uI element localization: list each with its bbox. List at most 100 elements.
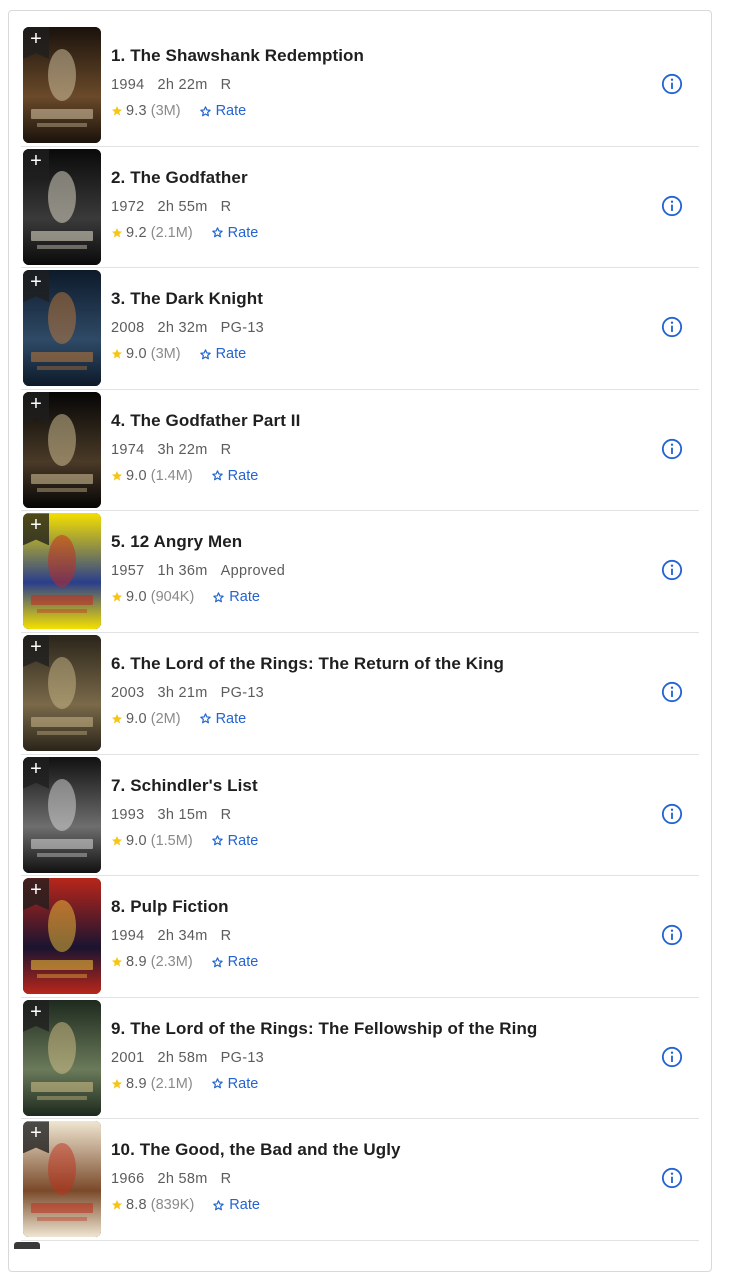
movie-poster[interactable]: + [23,27,101,143]
star-icon [112,835,122,846]
movie-runtime: 2h 58m [157,1049,208,1066]
rate-button[interactable]: Rate [199,103,246,119]
vote-count: (2.1M) [150,1075,193,1092]
star-icon [112,1200,122,1210]
movie-certificate: R [220,198,232,215]
movie-poster[interactable]: + [23,878,101,995]
movie-poster[interactable]: + [23,270,101,387]
star-outline-icon [213,1200,225,1211]
info-icon[interactable] [661,559,683,581]
star-icon [112,227,122,238]
list-item[interactable]: + 8. Pulp Fiction 1994 2h 34m R 8.9 (2.3M)… [21,876,699,998]
info-icon[interactable] [661,1167,683,1189]
movie-rating: 9.0 (1.5M) Rate [111,833,258,849]
info-icon[interactable] [661,438,683,460]
movie-rating: 8.9 (2.1M) Rate [111,1076,258,1092]
info-icon[interactable] [661,316,683,338]
vote-count: (2.1M) [150,224,193,241]
rate-button[interactable]: Rate [211,1075,259,1092]
rating-value: 8.9 [126,954,147,971]
movie-rating: 9.0 (904K) Rate [111,589,260,605]
info-icon[interactable] [661,73,683,95]
movie-title[interactable]: 8. Pulp Fiction [111,897,229,917]
movie-runtime: 2h 55m [157,198,208,215]
rate-button[interactable]: Rate [212,1197,260,1213]
movie-title[interactable]: 6. The Lord of the Rings: The Return of … [111,654,504,674]
rating-value: 9.2 [126,224,147,241]
rate-button[interactable]: Rate [211,832,259,849]
movie-title[interactable]: 9. The Lord of the Rings: The Fellowship… [111,1019,537,1039]
list-item[interactable]: + 1. The Shawshank Redemption 1994 2h 22m… [21,25,699,147]
movie-poster[interactable]: + [23,756,101,873]
movie-rating: 9.0 (2M) Rate [111,711,246,727]
movie-poster[interactable]: + [23,513,101,630]
movie-title[interactable]: 5. 12 Angry Men [111,532,242,552]
star-icon [112,1078,122,1089]
info-icon[interactable] [661,803,683,825]
rate-label: Rate [227,224,259,241]
info-icon[interactable] [661,1046,683,1068]
star-icon [112,106,122,116]
vote-count: (2M) [150,710,181,727]
movie-year: 1993 [111,806,145,823]
movie-title[interactable]: 4. The Godfather Part II [111,411,300,431]
movie-poster[interactable]: + [23,1121,101,1238]
rate-label: Rate [227,1075,259,1092]
rate-label: Rate [227,832,259,849]
movie-certificate: R [220,77,232,93]
movie-title[interactable]: 2. The Godfather [111,168,248,188]
star-outline-icon [213,592,225,603]
list-item[interactable]: + 2. The Godfather 1972 2h 55m R 9.2 (2.1M… [21,147,699,269]
vote-count: (1.4M) [150,467,193,484]
movie-certificate: R [220,928,232,945]
rate-button[interactable]: Rate [211,224,259,241]
movie-poster[interactable]: + [23,148,101,265]
star-icon [112,592,122,602]
info-icon[interactable] [661,195,683,217]
list-item[interactable]: + 6. The Lord of the Rings: The Return o… [21,633,699,755]
movie-year: 1994 [111,928,145,945]
movie-poster[interactable]: + [23,634,101,751]
vote-count: (839K) [150,1197,195,1214]
list-item[interactable]: + 5. 12 Angry Men 1957 1h 36m Approved 9.0… [21,511,699,633]
movie-year: 2001 [111,1049,145,1066]
star-outline-icon [211,1078,223,1089]
movie-poster[interactable]: + [23,999,101,1116]
movie-meta: 1972 2h 55m R [111,199,244,215]
rating-value: 9.0 [126,710,147,727]
rate-button[interactable]: Rate [212,589,260,605]
rating-value: 9.0 [126,467,147,484]
movie-title[interactable]: 10. The Good, the Bad and the Ugly [111,1140,401,1160]
movie-meta: 1994 2h 22m R [111,77,244,93]
rating-value: 9.3 [126,103,147,119]
rate-label: Rate [227,467,259,484]
movie-title[interactable]: 3. The Dark Knight [111,289,263,309]
movie-meta: 2003 3h 21m PG-13 [111,685,277,701]
vote-count: (3M) [150,346,181,363]
movie-year: 1972 [111,198,145,215]
list-item[interactable]: + 7. Schindler's List 1993 3h 15m R 9.0 (1… [21,755,699,877]
info-icon[interactable] [661,924,683,946]
movie-title[interactable]: 1. The Shawshank Redemption [111,46,364,66]
list-item[interactable]: + 3. The Dark Knight 2008 2h 32m PG-13 9.0… [21,268,699,390]
rate-button[interactable]: Rate [211,467,259,484]
movie-meta: 2008 2h 32m PG-13 [111,320,277,336]
rate-button[interactable]: Rate [199,711,246,727]
list-item[interactable]: + 4. The Godfather Part II 1974 3h 22m R 9… [21,390,699,512]
info-icon[interactable] [661,681,683,703]
rating-value: 9.0 [126,589,147,606]
list-item[interactable]: + 9. The Lord of the Rings: The Fellowsh… [21,998,699,1120]
rate-button[interactable]: Rate [199,346,246,362]
movie-title[interactable]: 7. Schindler's List [111,776,258,796]
rating-value: 9.0 [126,832,147,849]
rate-button[interactable]: Rate [211,954,258,970]
movie-runtime: 1h 36m [157,563,208,580]
star-outline-icon [211,470,223,481]
movie-year: 1966 [111,1171,145,1188]
list-item[interactable]: + 10. The Good, the Bad and the Ugly 196… [21,1119,699,1241]
movie-certificate: PG-13 [220,1049,265,1066]
movie-certificate: R [220,441,232,458]
movie-runtime: 2h 34m [157,928,208,945]
movie-poster[interactable]: + [23,391,101,508]
rate-label: Rate [229,1197,260,1214]
